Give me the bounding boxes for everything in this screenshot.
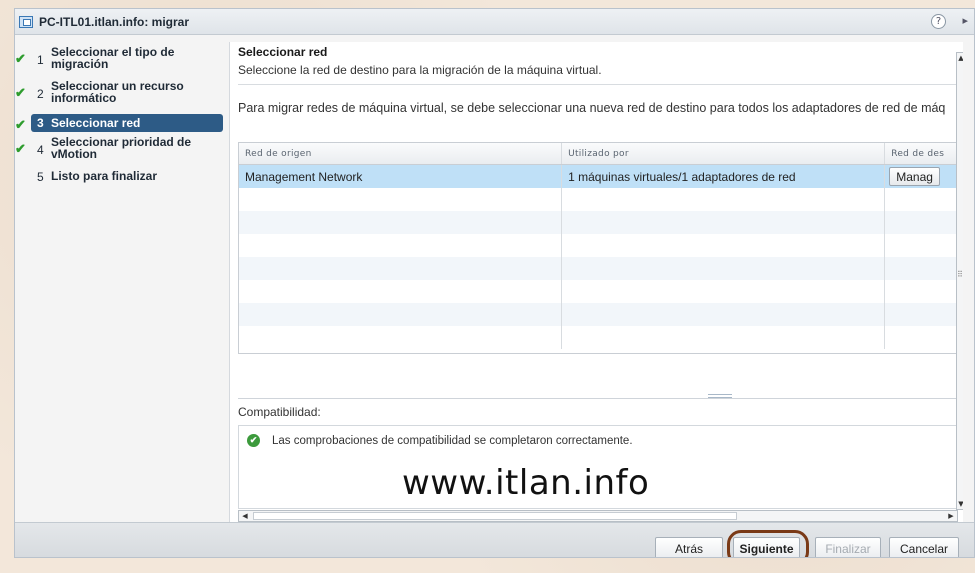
step-label: Listo para finalizar [51,169,158,183]
vertical-scrollbar[interactable]: ▲ ▼ [956,52,963,510]
scroll-down-icon[interactable]: ▼ [957,499,963,509]
step-number: 5 [37,170,44,184]
scroll-right-icon[interactable]: ▶ [945,511,957,521]
vm-icon [19,15,33,28]
step-select-network[interactable]: ✔ 3 Seleccionar red [15,114,223,132]
step-content: Seleccionar red Seleccione la red de des… [229,42,963,522]
divider [238,84,958,85]
back-button[interactable]: Atrás [655,537,723,557]
table-row-empty [239,257,957,280]
page-subtitle: Seleccione la red de destino para la mig… [238,63,602,77]
horizontal-scrollbar[interactable]: ◀ ▶ [238,510,958,522]
step-number: 2 [37,87,44,101]
step-label: Seleccionar un recurso informático [51,79,184,105]
compatibility-panel: ✔ Las comprobaciones de compatibilidad s… [238,425,958,509]
column-header-destination-network[interactable]: Red de des [885,143,957,164]
step-select-compute-resource[interactable]: ✔ 2 Seleccionar un recurso informático [15,80,227,110]
table-row-empty [239,188,957,211]
intro-text: Para migrar redes de máquina virtual, se… [238,101,946,115]
page-title: Seleccionar red [238,45,328,59]
table-row[interactable]: Management Network 1 máquinas virtuales/… [239,165,957,188]
finish-button[interactable]: Finalizar [815,537,881,557]
step-number: 3 [37,116,44,130]
success-check-icon: ✔ [247,434,260,447]
cell-destination-network: Manag [885,165,957,188]
grip-icon[interactable]: ⠿ [957,270,963,279]
column-header-used-by[interactable]: Utilizado por [562,143,886,164]
compatibility-text: Las comprobaciones de compatibilidad se … [272,434,633,447]
step-label: Seleccionar prioridad de vMotion [51,135,192,161]
divider [238,398,958,399]
step-select-vmotion-priority[interactable]: ✔ 4 Seleccionar prioridad de vMotion [15,136,227,166]
compatibility-label: Compatibilidad: [238,405,321,419]
check-icon: ✔ [15,51,26,66]
step-label: Seleccionar red [51,116,141,130]
cell-used-by: 1 máquinas virtuales/1 adaptadores de re… [562,165,886,188]
table-row-empty [239,211,957,234]
table-header: Red de origen Utilizado por Red de des [239,143,957,165]
step-ready-to-finish[interactable]: 5 Listo para finalizar [15,170,227,188]
check-icon: ✔ [15,141,26,156]
dialog-title: PC-ITL01.itlan.info: migrar [39,14,190,29]
check-icon: ✔ [15,117,26,132]
check-icon: ✔ [15,85,26,100]
watermark-text: www.itlan.info [402,463,650,503]
scroll-left-icon[interactable]: ◀ [239,511,251,521]
cancel-button[interactable]: Cancelar [889,537,959,557]
scroll-thumb[interactable] [253,512,737,520]
migrate-dialog: PC-ITL01.itlan.info: migrar ? ▸ ✔ 1 Sele… [14,8,975,558]
table-row-empty [239,280,957,303]
table-row-empty [239,326,957,349]
scroll-up-icon[interactable]: ▲ [957,53,963,63]
next-button[interactable]: Siguiente [733,537,800,557]
help-icon[interactable]: ? [931,14,946,29]
dialog-titlebar: PC-ITL01.itlan.info: migrar ? ▸ [15,9,974,35]
table-row-empty [239,303,957,326]
network-mapping-table: Red de origen Utilizado por Red de des M… [238,142,958,354]
expand-icon[interactable]: ▸ [962,14,968,27]
destination-network-dropdown[interactable]: Manag [889,167,940,186]
wizard-steps: ✔ 1 Seleccionar el tipo de migración ✔ 2… [15,36,227,522]
step-select-migration-type[interactable]: ✔ 1 Seleccionar el tipo de migración [15,46,227,76]
step-number: 4 [37,143,44,157]
column-header-source-network[interactable]: Red de origen [239,143,563,164]
compatibility-message: ✔ Las comprobaciones de compatibilidad s… [247,434,633,447]
table-row-empty [239,234,957,257]
step-label: Seleccionar el tipo de migración [51,45,175,71]
step-number: 1 [37,53,44,67]
wizard-footer: Atrás Siguiente Finalizar Cancelar [15,522,974,557]
cell-source-network: Management Network [239,165,563,188]
